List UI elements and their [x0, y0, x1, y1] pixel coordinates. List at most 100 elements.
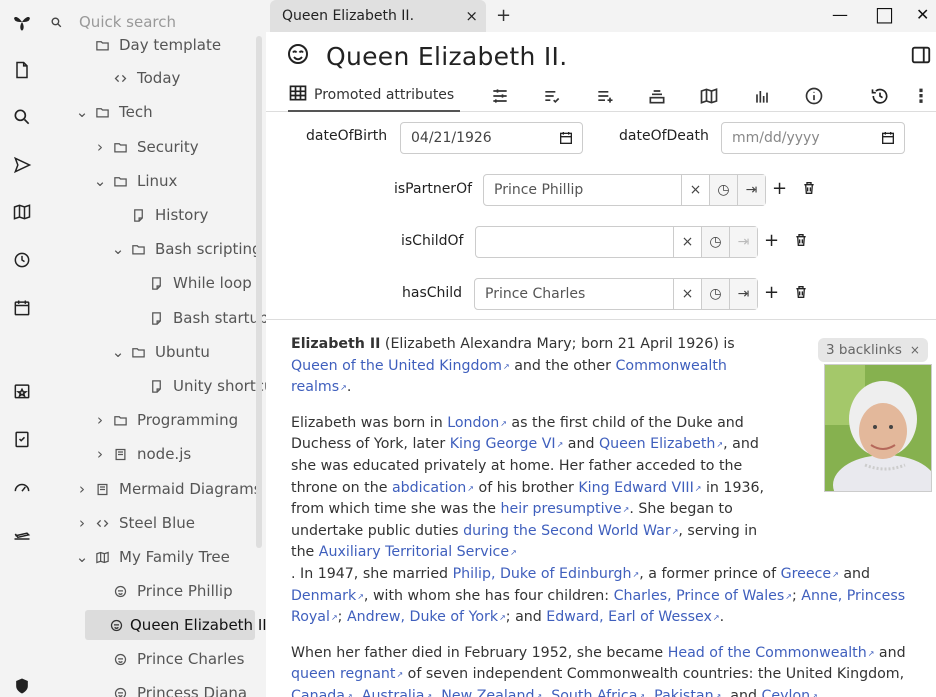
is-child-of-input[interactable]: × ◷ ⇥	[475, 226, 758, 258]
link[interactable]: Auxiliary Territorial Service	[319, 544, 517, 560]
tree-item-nodejs[interactable]: › node.js	[91, 439, 191, 469]
tab-promoted-attributes[interactable]: Promoted attributes	[288, 80, 460, 112]
clear-icon[interactable]: ×	[673, 227, 701, 257]
tree-item-security[interactable]: › Security	[91, 132, 199, 162]
shield-icon[interactable]	[8, 672, 36, 697]
close-icon[interactable]: ×	[910, 343, 920, 357]
tree-item-unity-shortcuts[interactable]: Unity shortcuts	[145, 371, 266, 401]
link[interactable]: heir presumptive	[501, 501, 630, 517]
tree-item-mermaid-diagrams[interactable]: › Mermaid Diagrams	[73, 474, 262, 504]
close-window-button[interactable]: ✕	[916, 5, 929, 24]
minimize-button[interactable]: —	[832, 5, 848, 24]
chevron-right-icon[interactable]: ›	[91, 138, 109, 156]
calendar-icon[interactable]	[558, 130, 574, 150]
link[interactable]: King Edward VIII	[578, 480, 701, 496]
chevron-down-icon[interactable]: ⌄	[91, 172, 109, 190]
link[interactable]: South Africa	[551, 688, 645, 697]
add-attribute-button[interactable]: +	[772, 178, 787, 199]
tab-queen-elizabeth[interactable]: Queen Elizabeth II. ×	[270, 0, 486, 32]
clear-icon[interactable]: ×	[681, 175, 709, 205]
tree-item-bash-startup[interactable]: Bash startup	[145, 303, 266, 333]
chevron-down-icon[interactable]: ⌄	[73, 103, 91, 121]
link[interactable]: Andrew, Duke of York	[347, 609, 506, 625]
link[interactable]: King George VI	[450, 436, 564, 452]
trash-icon[interactable]	[793, 284, 809, 304]
chevron-down-icon[interactable]: ⌄	[109, 240, 127, 258]
link[interactable]: Charles, Prince of Wales	[614, 588, 792, 604]
app-logo-icon[interactable]	[8, 8, 36, 36]
calendar-icon[interactable]	[880, 130, 896, 150]
link[interactable]: Ceylon	[762, 688, 818, 697]
link[interactable]: Denmark	[291, 588, 364, 604]
tree-item-steel-blue[interactable]: › Steel Blue	[73, 508, 195, 538]
link[interactable]: Australia	[362, 688, 432, 697]
maximize-button[interactable]: □	[875, 2, 894, 26]
goto-note-icon[interactable]: ⇥	[737, 175, 765, 205]
link[interactable]: Queen of the United Kingdom	[291, 358, 510, 374]
bar-chart-icon[interactable]	[752, 80, 772, 112]
link[interactable]: Philip, Duke of Edinburgh	[453, 566, 640, 582]
info-icon[interactable]	[804, 80, 824, 112]
dashboard-icon[interactable]	[8, 473, 36, 501]
quick-search-input[interactable]: Quick search	[79, 13, 176, 31]
date-of-death-input[interactable]: mm/dd/yyyy	[721, 122, 905, 154]
chevron-right-icon[interactable]: ›	[73, 514, 91, 532]
add-attribute-button[interactable]: +	[764, 230, 779, 251]
note-title[interactable]: Queen Elizabeth II.	[326, 42, 567, 71]
tree-item-tech[interactable]: ⌄ Tech	[73, 97, 153, 127]
map-icon[interactable]	[8, 198, 36, 226]
tree-item-queen-elizabeth[interactable]: Queen Elizabeth II.	[85, 610, 266, 640]
sliders-icon[interactable]	[490, 80, 510, 112]
clock-icon[interactable]: ◷	[701, 279, 729, 309]
trash-icon[interactable]	[801, 180, 817, 200]
tree-item-princess-diana[interactable]: Princess Diana	[109, 678, 247, 697]
link[interactable]: London	[447, 415, 507, 431]
tree-item-while-loop[interactable]: While loop	[145, 268, 252, 298]
chevron-right-icon[interactable]: ›	[73, 480, 91, 498]
jump-to-note-icon[interactable]	[8, 151, 36, 179]
link[interactable]: abdication	[392, 480, 474, 496]
tree-item-history[interactable]: History	[127, 200, 208, 230]
date-of-birth-input[interactable]: 04/21/1926	[400, 122, 583, 154]
note-content[interactable]: Elizabeth II (Elizabeth Alexandra Mary; …	[291, 334, 911, 697]
tree-item-programming[interactable]: › Programming	[91, 405, 238, 435]
tree-scrollbar[interactable]	[256, 36, 262, 548]
map-icon[interactable]	[699, 80, 719, 112]
link[interactable]: New Zealand	[441, 688, 542, 697]
quick-search[interactable]: Quick search	[50, 8, 250, 36]
calendar-icon[interactable]	[8, 294, 36, 322]
clear-icon[interactable]: ×	[673, 279, 701, 309]
goto-note-icon[interactable]: ⇥	[729, 227, 757, 257]
tree-item-linux[interactable]: ⌄ Linux	[91, 166, 178, 196]
clock-icon[interactable]: ◷	[709, 175, 737, 205]
clock-icon[interactable]: ◷	[701, 227, 729, 257]
history-icon[interactable]	[870, 80, 890, 112]
has-child-input[interactable]: Prince Charles × ◷ ⇥	[474, 278, 758, 310]
list-add-icon[interactable]	[595, 80, 615, 112]
tree-item-bash-scripting[interactable]: ⌄ Bash scripting	[109, 234, 262, 264]
add-attribute-button[interactable]: +	[764, 282, 779, 303]
plane-icon[interactable]	[8, 520, 36, 548]
link[interactable]: queen regnant	[291, 666, 403, 682]
link[interactable]: Edward, Earl of Wessex	[546, 609, 719, 625]
person-icon[interactable]	[286, 42, 310, 70]
goto-note-icon[interactable]: ⇥	[729, 279, 757, 309]
link[interactable]: Canada	[291, 688, 353, 697]
link[interactable]: Head of the Commonwealth	[668, 645, 875, 661]
tree-item-today[interactable]: Today	[109, 63, 180, 93]
link[interactable]: during the Second World War	[463, 523, 678, 539]
chevron-down-icon[interactable]: ⌄	[109, 343, 127, 361]
new-note-icon[interactable]	[8, 56, 36, 84]
backlinks-badge[interactable]: 3 backlinks ×	[818, 338, 928, 362]
chevron-down-icon[interactable]: ⌄	[73, 548, 91, 566]
chevron-right-icon[interactable]: ›	[91, 445, 109, 463]
more-menu-icon[interactable]: ⋮	[912, 80, 930, 112]
todo-icon[interactable]	[8, 425, 36, 453]
is-partner-of-input[interactable]: Prince Phillip × ◷ ⇥	[483, 174, 766, 206]
new-tab-button[interactable]: +	[496, 5, 511, 26]
list-check-icon[interactable]	[542, 80, 562, 112]
chevron-right-icon[interactable]: ›	[91, 411, 109, 429]
trash-icon[interactable]	[793, 232, 809, 252]
link[interactable]: Greece	[781, 566, 839, 582]
split-view-icon[interactable]	[910, 44, 932, 70]
